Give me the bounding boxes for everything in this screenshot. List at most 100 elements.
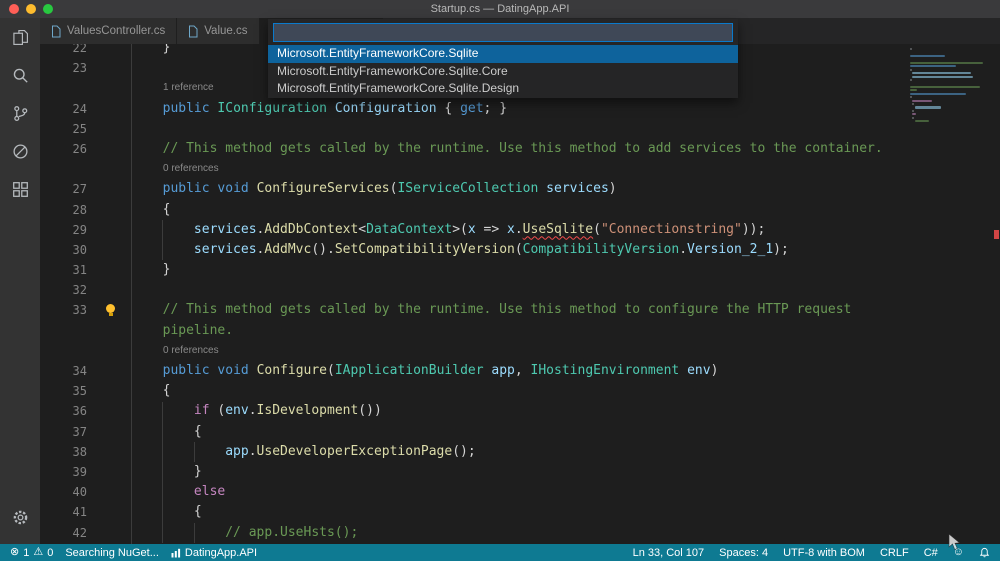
editor[interactable]: 22 } 23 1 reference 24 public IConfiguratio… bbox=[40, 44, 1000, 544]
encoding-indicator[interactable]: UTF-8 with BOM bbox=[783, 547, 865, 559]
macos-traffic-lights bbox=[9, 4, 53, 14]
minimize-window-button[interactable] bbox=[26, 4, 36, 14]
warning-icon: ⚠ bbox=[33, 546, 44, 558]
code-line[interactable]: 32 bbox=[40, 280, 1000, 300]
line-number: 32 bbox=[72, 283, 87, 298]
quick-input-item[interactable]: Microsoft.EntityFrameworkCore.Sqlite bbox=[268, 45, 738, 63]
activity-bar bbox=[0, 18, 40, 544]
window-title: Startup.cs — DatingApp.API bbox=[430, 3, 570, 15]
quick-input-item[interactable]: Microsoft.EntityFrameworkCore.Sqlite.Des… bbox=[268, 80, 738, 98]
line-number: 22 bbox=[72, 44, 87, 55]
code-line[interactable]: 41 { bbox=[40, 502, 1000, 522]
codelens-label[interactable]: 0 references bbox=[163, 163, 219, 174]
code-text: public void ConfigureServices(IServiceCo… bbox=[162, 181, 617, 197]
line-number: 39 bbox=[72, 464, 87, 479]
code-line[interactable]: 36 if (env.IsDevelopment()) bbox=[40, 401, 1000, 421]
line-number: 41 bbox=[72, 505, 87, 520]
code-line[interactable]: 24 public IConfiguration Configuration {… bbox=[40, 99, 1000, 119]
line-number: 37 bbox=[72, 424, 87, 439]
code-line[interactable]: 29 services.AddDbContext<DataContext>(x … bbox=[40, 220, 1000, 240]
file-icon bbox=[189, 25, 198, 37]
tab-label: Value.cs bbox=[204, 25, 248, 37]
tab-valuescontroller[interactable]: ValuesController.cs bbox=[40, 18, 178, 44]
quick-input-list: Microsoft.EntityFrameworkCore.Sqlite Micr… bbox=[268, 45, 738, 98]
extensions-icon[interactable] bbox=[0, 170, 40, 208]
indentation-indicator[interactable]: Spaces: 4 bbox=[719, 547, 768, 559]
quick-input-item[interactable]: Microsoft.EntityFrameworkCore.Sqlite.Cor… bbox=[268, 63, 738, 81]
notifications-bell-icon[interactable] bbox=[979, 547, 990, 558]
titlebar: Startup.cs — DatingApp.API bbox=[0, 0, 1000, 18]
debug-icon[interactable] bbox=[0, 132, 40, 170]
line-number: 29 bbox=[72, 222, 87, 237]
status-bar: ⊗ 1 ⚠ 0 Searching NuGet... DatingApp.API… bbox=[0, 544, 1000, 561]
line-number: 28 bbox=[72, 202, 87, 217]
code-text: } bbox=[100, 463, 202, 479]
source-control-icon[interactable] bbox=[0, 94, 40, 132]
line-number: 34 bbox=[72, 364, 87, 378]
error-icon: ⊗ bbox=[10, 546, 20, 558]
code-line[interactable]: 37 { bbox=[40, 422, 1000, 442]
search-icon[interactable] bbox=[0, 56, 40, 94]
line-number: 35 bbox=[72, 384, 87, 399]
codelens-label[interactable]: 0 references bbox=[163, 345, 219, 356]
minimap[interactable] bbox=[904, 48, 992, 124]
code-line[interactable]: 35 { bbox=[40, 381, 1000, 401]
file-icon bbox=[52, 25, 61, 37]
error-overview-mark bbox=[994, 230, 999, 239]
line-number: 30 bbox=[72, 242, 87, 257]
line-number: 36 bbox=[72, 404, 87, 419]
code-text: public void Configure(IApplicationBuilde… bbox=[162, 363, 719, 378]
cursor-position[interactable]: Ln 33, Col 107 bbox=[633, 547, 705, 559]
code-text: services.AddMvc().SetCompatibilityVersio… bbox=[193, 241, 789, 257]
project-indicator[interactable]: DatingApp.API bbox=[171, 547, 257, 559]
code-line[interactable]: 34 public void Configure(IApplicationBui… bbox=[40, 361, 1000, 381]
code-text: { bbox=[100, 201, 171, 217]
code-line[interactable]: pipeline. bbox=[40, 321, 1000, 341]
code-text: { bbox=[100, 423, 202, 439]
code-line[interactable]: 26 // This method gets called by the run… bbox=[40, 139, 1000, 159]
code-text: } bbox=[100, 44, 171, 55]
line-number: 25 bbox=[72, 121, 87, 136]
code-text: if (env.IsDevelopment()) bbox=[193, 403, 382, 419]
code-lines: 22 } 23 1 reference 24 public IConfiguratio… bbox=[40, 44, 1000, 543]
line-number: 42 bbox=[72, 525, 87, 540]
codelens-label[interactable]: 1 reference bbox=[163, 82, 214, 93]
status-message: Searching NuGet... bbox=[65, 546, 159, 559]
code-line[interactable]: 33 // This method gets called by the run… bbox=[40, 300, 1000, 320]
line-number: 27 bbox=[72, 182, 87, 197]
code-line[interactable]: 40 else bbox=[40, 482, 1000, 502]
code-line[interactable]: 25 bbox=[40, 119, 1000, 139]
explorer-icon[interactable] bbox=[0, 18, 40, 56]
code-line[interactable]: 31 } bbox=[40, 260, 1000, 280]
code-line[interactable]: 30 services.AddMvc().SetCompatibilityVer… bbox=[40, 240, 1000, 260]
close-window-button[interactable] bbox=[9, 4, 19, 14]
code-line[interactable]: 28 { bbox=[40, 200, 1000, 220]
quick-input-field[interactable] bbox=[273, 23, 733, 42]
codelens-row: 0 references bbox=[40, 159, 1000, 179]
problems-indicator[interactable]: ⊗ 1 ⚠ 0 bbox=[10, 544, 53, 561]
eol-indicator[interactable]: CRLF bbox=[880, 547, 909, 559]
line-number: 24 bbox=[72, 101, 87, 116]
zoom-window-button[interactable] bbox=[43, 4, 53, 14]
warning-count: 0 bbox=[47, 546, 54, 559]
code-text: services.AddDbContext<DataContext>(x => … bbox=[193, 221, 766, 237]
code-text: // app.UseHsts(); bbox=[225, 524, 359, 540]
quick-input-widget: Microsoft.EntityFrameworkCore.Sqlite Micr… bbox=[268, 19, 738, 99]
code-text: // This method gets called by the runtim… bbox=[162, 302, 852, 318]
tab-value[interactable]: Value.cs bbox=[177, 18, 260, 44]
line-number: 33 bbox=[72, 303, 87, 318]
settings-gear-icon[interactable] bbox=[0, 498, 40, 536]
code-line[interactable]: 42 // app.UseHsts(); bbox=[40, 523, 1000, 543]
code-text: } bbox=[100, 262, 171, 278]
code-text: public IConfiguration Configuration { ge… bbox=[162, 100, 508, 116]
line-number: 38 bbox=[72, 444, 87, 459]
code-text: app.UseDeveloperExceptionPage(); bbox=[225, 443, 476, 459]
cursor-watermark bbox=[948, 534, 961, 550]
code-line[interactable]: 39 } bbox=[40, 462, 1000, 482]
language-indicator[interactable]: C# bbox=[924, 547, 938, 559]
line-number: 40 bbox=[72, 485, 87, 500]
code-text: { bbox=[100, 383, 171, 399]
line-number: 23 bbox=[72, 61, 87, 76]
code-line[interactable]: 27 public void ConfigureServices(IServic… bbox=[40, 179, 1000, 199]
code-line[interactable]: 38 app.UseDeveloperExceptionPage(); bbox=[40, 442, 1000, 462]
